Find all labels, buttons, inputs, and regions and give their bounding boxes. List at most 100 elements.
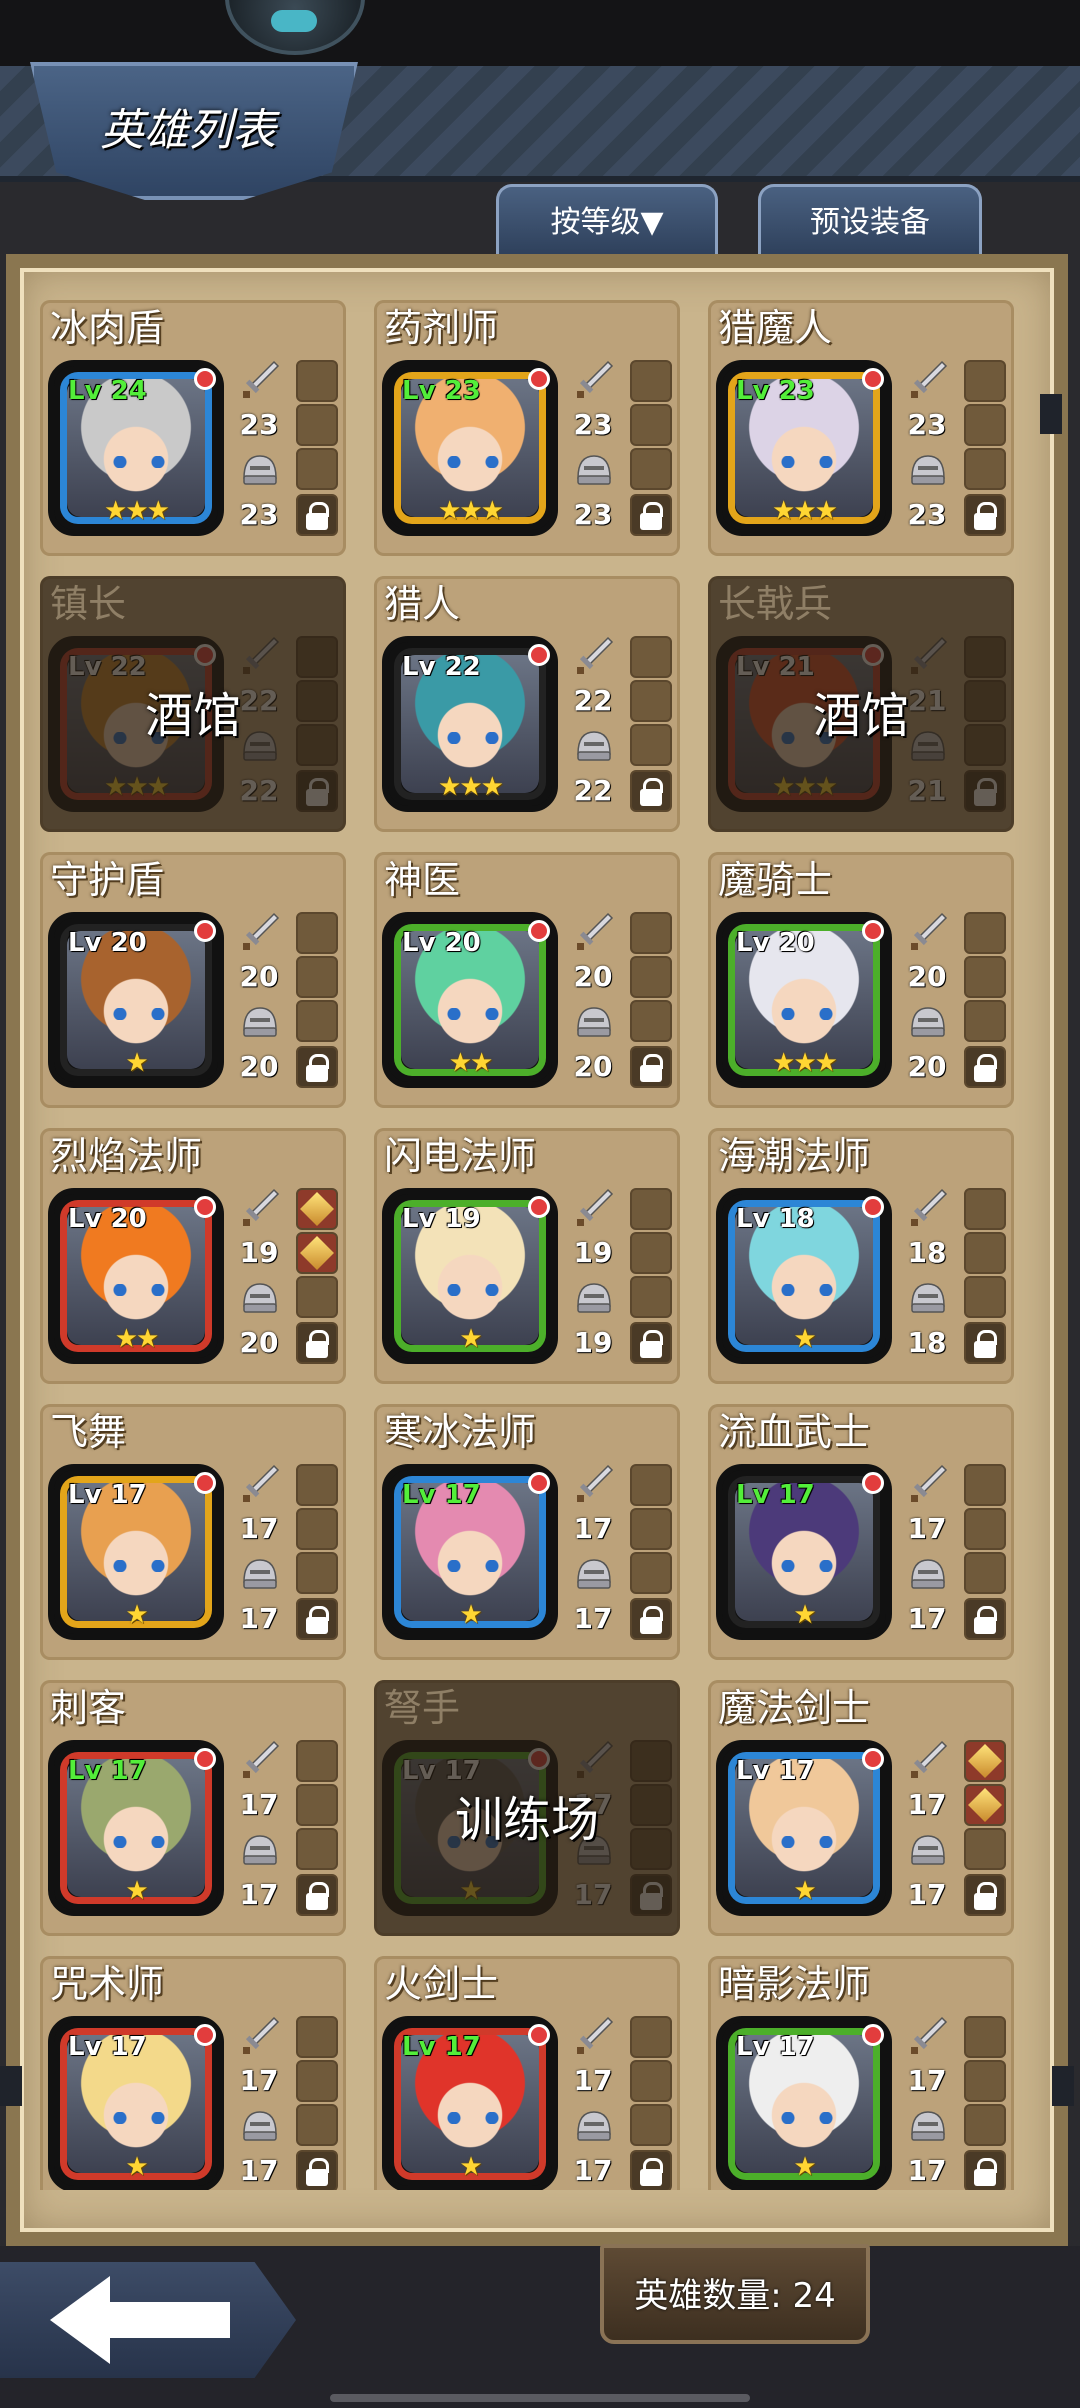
hero-card[interactable]: 飞舞 Lv 17 ★ 17 17 bbox=[40, 1404, 346, 1660]
hero-card[interactable]: 暗影法师 Lv 17 ★ 17 17 bbox=[708, 1956, 1014, 2190]
sort-by-level-button[interactable]: 按等级▼ bbox=[496, 184, 718, 256]
equipment-slot[interactable] bbox=[296, 1784, 338, 1826]
hero-card[interactable]: 猎人 Lv 22 ★★★ 22 22 bbox=[374, 576, 680, 832]
hero-portrait[interactable]: Lv 24 ★★★ bbox=[48, 360, 224, 536]
hero-card[interactable]: 咒术师 Lv 17 ★ 17 17 bbox=[40, 1956, 346, 2190]
equipment-slot[interactable] bbox=[964, 1000, 1006, 1042]
hero-card[interactable]: 神医 Lv 20 ★★ 20 20 bbox=[374, 852, 680, 1108]
equipment-slot[interactable] bbox=[296, 1464, 338, 1506]
lock-icon[interactable] bbox=[296, 1874, 338, 1916]
lock-icon[interactable] bbox=[630, 1598, 672, 1640]
hero-portrait[interactable]: Lv 17 ★ bbox=[382, 1464, 558, 1640]
hero-card[interactable]: 火剑士 Lv 17 ★ 17 17 bbox=[374, 1956, 680, 2190]
equipment-slot[interactable] bbox=[964, 956, 1006, 998]
lock-icon[interactable] bbox=[630, 1322, 672, 1364]
equipment-slot[interactable] bbox=[964, 448, 1006, 490]
preset-equipment-button[interactable]: 预设装备 bbox=[758, 184, 982, 256]
equipment-slot[interactable] bbox=[630, 2016, 672, 2058]
hero-card[interactable]: Lv 17★1717弩手训练场 bbox=[374, 1680, 680, 1936]
equipment-slot[interactable] bbox=[964, 2016, 1006, 2058]
lock-icon[interactable] bbox=[630, 494, 672, 536]
hero-card[interactable]: 烈焰法师 Lv 20 ★★ 19 20 bbox=[40, 1128, 346, 1384]
equipment-slot[interactable] bbox=[964, 912, 1006, 954]
hero-portrait[interactable]: Lv 17 ★ bbox=[716, 2016, 892, 2190]
equipment-slot[interactable] bbox=[296, 2104, 338, 2146]
hero-portrait[interactable]: Lv 17 ★ bbox=[48, 1740, 224, 1916]
lock-icon[interactable] bbox=[630, 2150, 672, 2190]
equipment-slot[interactable] bbox=[964, 360, 1006, 402]
hero-card[interactable]: 冰肉盾 Lv 24 ★★★ 23 23 bbox=[40, 300, 346, 556]
equipment-slot[interactable] bbox=[296, 2016, 338, 2058]
lock-icon[interactable] bbox=[630, 1046, 672, 1088]
equipment-slot[interactable] bbox=[630, 2060, 672, 2102]
equipment-slot[interactable] bbox=[964, 404, 1006, 446]
equipment-slot[interactable] bbox=[964, 1232, 1006, 1274]
equipment-slot[interactable] bbox=[964, 1784, 1006, 1826]
hero-portrait[interactable]: Lv 20 ★★ bbox=[48, 1188, 224, 1364]
equipment-slot[interactable] bbox=[964, 1828, 1006, 1870]
hero-portrait[interactable]: Lv 20 ★★★ bbox=[716, 912, 892, 1088]
hero-card[interactable]: Lv 22★★★2222镇长酒馆 bbox=[40, 576, 346, 832]
lock-icon[interactable] bbox=[964, 494, 1006, 536]
hero-card[interactable]: 猎魔人 Lv 23 ★★★ 23 23 bbox=[708, 300, 1014, 556]
equipment-slot[interactable] bbox=[296, 1552, 338, 1594]
equipment-slot[interactable] bbox=[296, 2060, 338, 2102]
hero-card[interactable]: Lv 21★★★2121长戟兵酒馆 bbox=[708, 576, 1014, 832]
equipment-slot[interactable] bbox=[630, 636, 672, 678]
hero-card[interactable]: 寒冰法师 Lv 17 ★ 17 17 bbox=[374, 1404, 680, 1660]
equipment-slot[interactable] bbox=[296, 1740, 338, 1782]
equipment-slot[interactable] bbox=[630, 1464, 672, 1506]
hero-card[interactable]: 海潮法师 Lv 18 ★ 18 18 bbox=[708, 1128, 1014, 1384]
hero-card[interactable]: 闪电法师 Lv 19 ★ 19 19 bbox=[374, 1128, 680, 1384]
hero-portrait[interactable]: Lv 17 ★ bbox=[716, 1464, 892, 1640]
lock-icon[interactable] bbox=[964, 2150, 1006, 2190]
lock-icon[interactable] bbox=[296, 1598, 338, 1640]
hero-card[interactable]: 守护盾 Lv 20 ★ 20 20 bbox=[40, 852, 346, 1108]
equipment-slot[interactable] bbox=[964, 1740, 1006, 1782]
hero-portrait[interactable]: Lv 23 ★★★ bbox=[382, 360, 558, 536]
equipment-slot[interactable] bbox=[296, 1828, 338, 1870]
hero-portrait[interactable]: Lv 18 ★ bbox=[716, 1188, 892, 1364]
equipment-slot[interactable] bbox=[630, 2104, 672, 2146]
equipment-slot[interactable] bbox=[296, 956, 338, 998]
equipment-slot[interactable] bbox=[630, 1508, 672, 1550]
equipment-slot[interactable] bbox=[630, 1232, 672, 1274]
equipment-slot[interactable] bbox=[296, 360, 338, 402]
hero-card[interactable]: 魔法剑士 Lv 17 ★ 17 17 bbox=[708, 1680, 1014, 1936]
lock-icon[interactable] bbox=[296, 2150, 338, 2190]
lock-icon[interactable] bbox=[964, 1322, 1006, 1364]
equipment-slot[interactable] bbox=[296, 1188, 338, 1230]
equipment-slot[interactable] bbox=[630, 1552, 672, 1594]
equipment-slot[interactable] bbox=[964, 1552, 1006, 1594]
equipment-slot[interactable] bbox=[296, 404, 338, 446]
hero-card[interactable]: 药剂师 Lv 23 ★★★ 23 23 bbox=[374, 300, 680, 556]
hero-card[interactable]: 刺客 Lv 17 ★ 17 17 bbox=[40, 1680, 346, 1936]
hero-grid[interactable]: 冰肉盾 Lv 24 ★★★ 23 23 药剂师 Lv 23 ★★★ 23 23 猎魔人 Lv 23 ★★… bbox=[40, 300, 1050, 2190]
equipment-slot[interactable] bbox=[630, 360, 672, 402]
equipment-slot[interactable] bbox=[296, 1508, 338, 1550]
equipment-slot[interactable] bbox=[964, 2060, 1006, 2102]
equipment-slot[interactable] bbox=[630, 956, 672, 998]
hero-portrait[interactable]: Lv 17 ★ bbox=[382, 2016, 558, 2190]
hero-portrait[interactable]: Lv 20 ★★ bbox=[382, 912, 558, 1088]
hero-portrait[interactable]: Lv 17 ★ bbox=[48, 1464, 224, 1640]
lock-icon[interactable] bbox=[630, 770, 672, 812]
lock-icon[interactable] bbox=[296, 494, 338, 536]
home-indicator[interactable] bbox=[330, 2394, 750, 2402]
hero-portrait[interactable]: Lv 17 ★ bbox=[716, 1740, 892, 1916]
equipment-slot[interactable] bbox=[296, 1276, 338, 1318]
hero-card[interactable]: 魔骑士 Lv 20 ★★★ 20 20 bbox=[708, 852, 1014, 1108]
equipment-slot[interactable] bbox=[964, 1276, 1006, 1318]
lock-icon[interactable] bbox=[964, 1874, 1006, 1916]
equipment-slot[interactable] bbox=[296, 912, 338, 954]
equipment-slot[interactable] bbox=[630, 724, 672, 766]
equipment-slot[interactable] bbox=[964, 1188, 1006, 1230]
equipment-slot[interactable] bbox=[964, 1464, 1006, 1506]
hero-portrait[interactable]: Lv 22 ★★★ bbox=[382, 636, 558, 812]
hero-card[interactable]: 流血武士 Lv 17 ★ 17 17 bbox=[708, 1404, 1014, 1660]
lock-icon[interactable] bbox=[296, 1046, 338, 1088]
hero-portrait[interactable]: Lv 19 ★ bbox=[382, 1188, 558, 1364]
equipment-slot[interactable] bbox=[964, 1508, 1006, 1550]
equipment-slot[interactable] bbox=[630, 680, 672, 722]
equipment-slot[interactable] bbox=[630, 1000, 672, 1042]
